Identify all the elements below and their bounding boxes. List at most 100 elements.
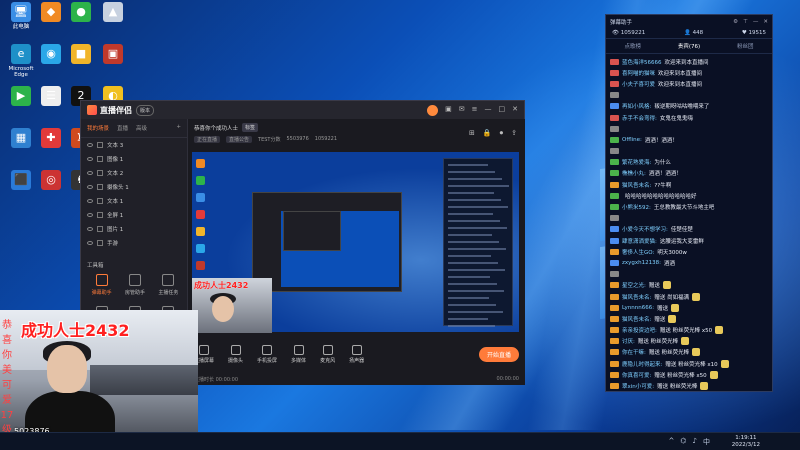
desktop-icon[interactable]: ▲ — [94, 2, 132, 24]
visibility-icon[interactable] — [87, 213, 93, 217]
chat-close-icon[interactable]: ✕ — [763, 19, 768, 25]
chat-message[interactable]: 小爱今天不想学习: 佳楚佳楚 — [610, 224, 768, 235]
pin-icon[interactable]: ⊤ — [743, 19, 748, 25]
user-avatar[interactable] — [427, 104, 439, 116]
mobile-cast-source[interactable]: 手机投屏 — [257, 344, 277, 364]
chat-username[interactable]: 小夫子喜可爱 — [622, 80, 655, 88]
tray-chevron-icon[interactable]: ^ — [669, 437, 675, 447]
add-scene-icon[interactable]: + — [176, 124, 181, 132]
tab-song-rank[interactable]: 点歌榜 — [624, 42, 641, 50]
chat-message[interactable]: 樵樵小丸: 酒酒！酒酒！ — [610, 168, 768, 179]
skin-icon[interactable]: ▣ — [445, 105, 452, 116]
start-live-button[interactable]: 开始直播 — [478, 346, 519, 362]
chat-message[interactable]: 你真喜可爱: 赠送 粉丝荧光棒 x50 — [610, 369, 768, 380]
desktop-icon[interactable]: ▣ — [94, 44, 132, 66]
lock-icon[interactable]: 🔒 — [483, 129, 492, 138]
chat-username[interactable]: 猫风吾未名: — [622, 181, 651, 189]
chat-username[interactable]: 星空之光: — [622, 281, 646, 289]
chat-username[interactable]: 肆意潇洒爱猫: — [622, 237, 657, 245]
chat-message[interactable]: 猫风吾未名: 赠送 尚如福满 — [610, 291, 768, 302]
chat-message[interactable]: 猫风吾未名: 赠送 — [610, 313, 768, 324]
chat-username[interactable]: 繁花熟爱海: — [622, 158, 651, 166]
close-icon[interactable]: ✕ — [512, 105, 518, 116]
camera-source[interactable]: 摄像头 — [228, 344, 243, 364]
taskbar-clock[interactable]: 1:19:11 2022/3/12 — [732, 435, 760, 449]
chat-username[interactable]: 蓝色海洋56666 — [622, 58, 662, 66]
layer-item[interactable]: 图片 1 — [81, 222, 187, 236]
visibility-icon[interactable] — [87, 157, 93, 161]
chat-message[interactable]: 你在干嘛: 赠送 粉丝荧光棒 — [610, 347, 768, 358]
chat-message[interactable]: Offline: 酒酒！酒酒！ — [610, 134, 768, 145]
chat-message[interactable]: 喜阿喵的猫咪 欢迎来到本直播间 — [610, 67, 768, 78]
chat-username[interactable]: 小熊米592: — [622, 203, 651, 211]
chat-username[interactable]: 小爱今天不想学习: — [622, 225, 668, 233]
chat-message[interactable]: 讨厌: 赠送 粉丝荧光棒 — [610, 336, 768, 347]
layer-item[interactable]: 图像 1 — [81, 152, 187, 166]
chat-message[interactable]: 星空之光: 赠送 — [610, 280, 768, 291]
chat-message[interactable]: 赤手不会弯得: 女鬼在鬼鬼嗨 — [610, 112, 768, 123]
layout-icon[interactable]: ⊞ — [469, 129, 475, 138]
tab-my-scene[interactable]: 我的场景 — [87, 124, 109, 132]
minimize-icon[interactable]: — — [485, 105, 492, 116]
chat-username[interactable]: 猫风吾未名: — [622, 293, 651, 301]
tab-vip[interactable]: 贵宾(76) — [678, 42, 700, 50]
chat-message[interactable] — [610, 90, 768, 101]
chat-message[interactable] — [610, 213, 768, 224]
room-notice[interactable]: 直播公告 — [226, 136, 253, 143]
layer-item[interactable]: 文本 1 — [81, 194, 187, 208]
chat-username[interactable]: zxygxh12138: — [622, 260, 661, 266]
chat-message[interactable]: 鹿隐儿时得起来: 赠送 粉丝荧光棒 x10 — [610, 358, 768, 369]
volume-icon[interactable]: ♪ — [693, 437, 697, 447]
tab-advanced[interactable]: 高级 — [136, 124, 147, 132]
chat-message[interactable]: 蓝色海洋56666 欢迎来到本直播间 — [610, 56, 768, 67]
message-icon[interactable]: ✉ — [459, 105, 465, 116]
chat-message[interactable]: 翠xin小可爱: 赠送 粉丝荧光棒 — [610, 380, 768, 391]
chat-username[interactable]: 讨厌: — [622, 337, 635, 345]
chat-username[interactable]: 再如小风格: — [622, 102, 651, 110]
settings-icon[interactable]: ⚙ — [733, 19, 738, 25]
chat-username[interactable]: Lynnnn666: — [622, 305, 654, 311]
chat-message[interactable]: 小熊米592: 王总教教最大节斗地主吧 — [610, 201, 768, 212]
chat-username[interactable]: 樵樵小丸: — [622, 169, 646, 177]
chat-message[interactable]: 肆意潇洒爱猫: 这腰运我大变雷鲜 — [610, 235, 768, 246]
chat-username[interactable]: 赤手不会弯得: — [622, 114, 657, 122]
chat-message[interactable]: 再如小风格: 叛逆期呀咕咕噜喂来了 — [610, 101, 768, 112]
visibility-icon[interactable] — [87, 185, 93, 189]
chat-message[interactable]: 奢侈人生GO: 明天3000w — [610, 246, 768, 257]
chat-username[interactable]: 猫风吾未名: — [622, 315, 651, 323]
tab-live[interactable]: 直播 — [117, 124, 128, 132]
chat-message[interactable]: Lynnnn666: 赠送 — [610, 302, 768, 313]
chat-message[interactable]: zxygxh12138: 酒酒 — [610, 257, 768, 268]
chat-username[interactable]: 鹿隐儿时得起来: — [622, 360, 662, 368]
chat-username[interactable]: 喜阿喵的猫咪 — [622, 69, 655, 77]
layer-item[interactable]: 摄像头 1 — [81, 180, 187, 194]
maximize-icon[interactable]: □ — [499, 105, 506, 116]
version-pill[interactable]: 版本 — [136, 104, 155, 116]
chat-minimize-icon[interactable]: — — [753, 19, 759, 25]
visibility-icon[interactable] — [87, 143, 93, 147]
chat-username[interactable]: Offline: — [622, 137, 642, 143]
layer-item[interactable]: 手游 — [81, 236, 187, 250]
record-icon[interactable]: ⏺ — [500, 129, 504, 138]
chat-username[interactable]: 你在干嘛: — [622, 348, 646, 356]
chat-message[interactable]: 亲亲投资边吧: 赠送 粉丝荧光棒 x50 — [610, 325, 768, 336]
visibility-icon[interactable] — [87, 199, 93, 203]
layer-item[interactable]: 文本 3 — [81, 138, 187, 152]
chat-message[interactable]: 猫风吾未名: ??牛啊 — [610, 179, 768, 190]
tab-fan-club[interactable]: 粉丝团 — [737, 42, 754, 50]
network-icon[interactable]: ⌬ — [680, 437, 686, 447]
room-title[interactable]: 恭喜你个成功人士 — [194, 124, 238, 132]
chat-username[interactable]: 翠xin小可爱: — [622, 382, 654, 390]
tool-item[interactable]: 主播任务 — [152, 274, 185, 296]
mic-control[interactable]: 麦克风 — [320, 344, 335, 364]
chat-message[interactable] — [610, 146, 768, 157]
chat-username[interactable]: 亲亲投资边吧: — [622, 326, 657, 334]
chat-message[interactable]: 小夫子喜可爱 欢迎来到本直播间 — [610, 78, 768, 89]
chat-message[interactable] — [610, 123, 768, 134]
share-icon[interactable]: ⇪ — [511, 129, 517, 138]
tool-item[interactable]: 弹幕助手 — [85, 274, 118, 296]
media-source[interactable]: 多媒体 — [291, 344, 306, 364]
visibility-icon[interactable] — [87, 171, 93, 175]
tool-item[interactable]: 房管助手 — [118, 274, 151, 296]
layer-item[interactable]: 全屏 1 — [81, 208, 187, 222]
